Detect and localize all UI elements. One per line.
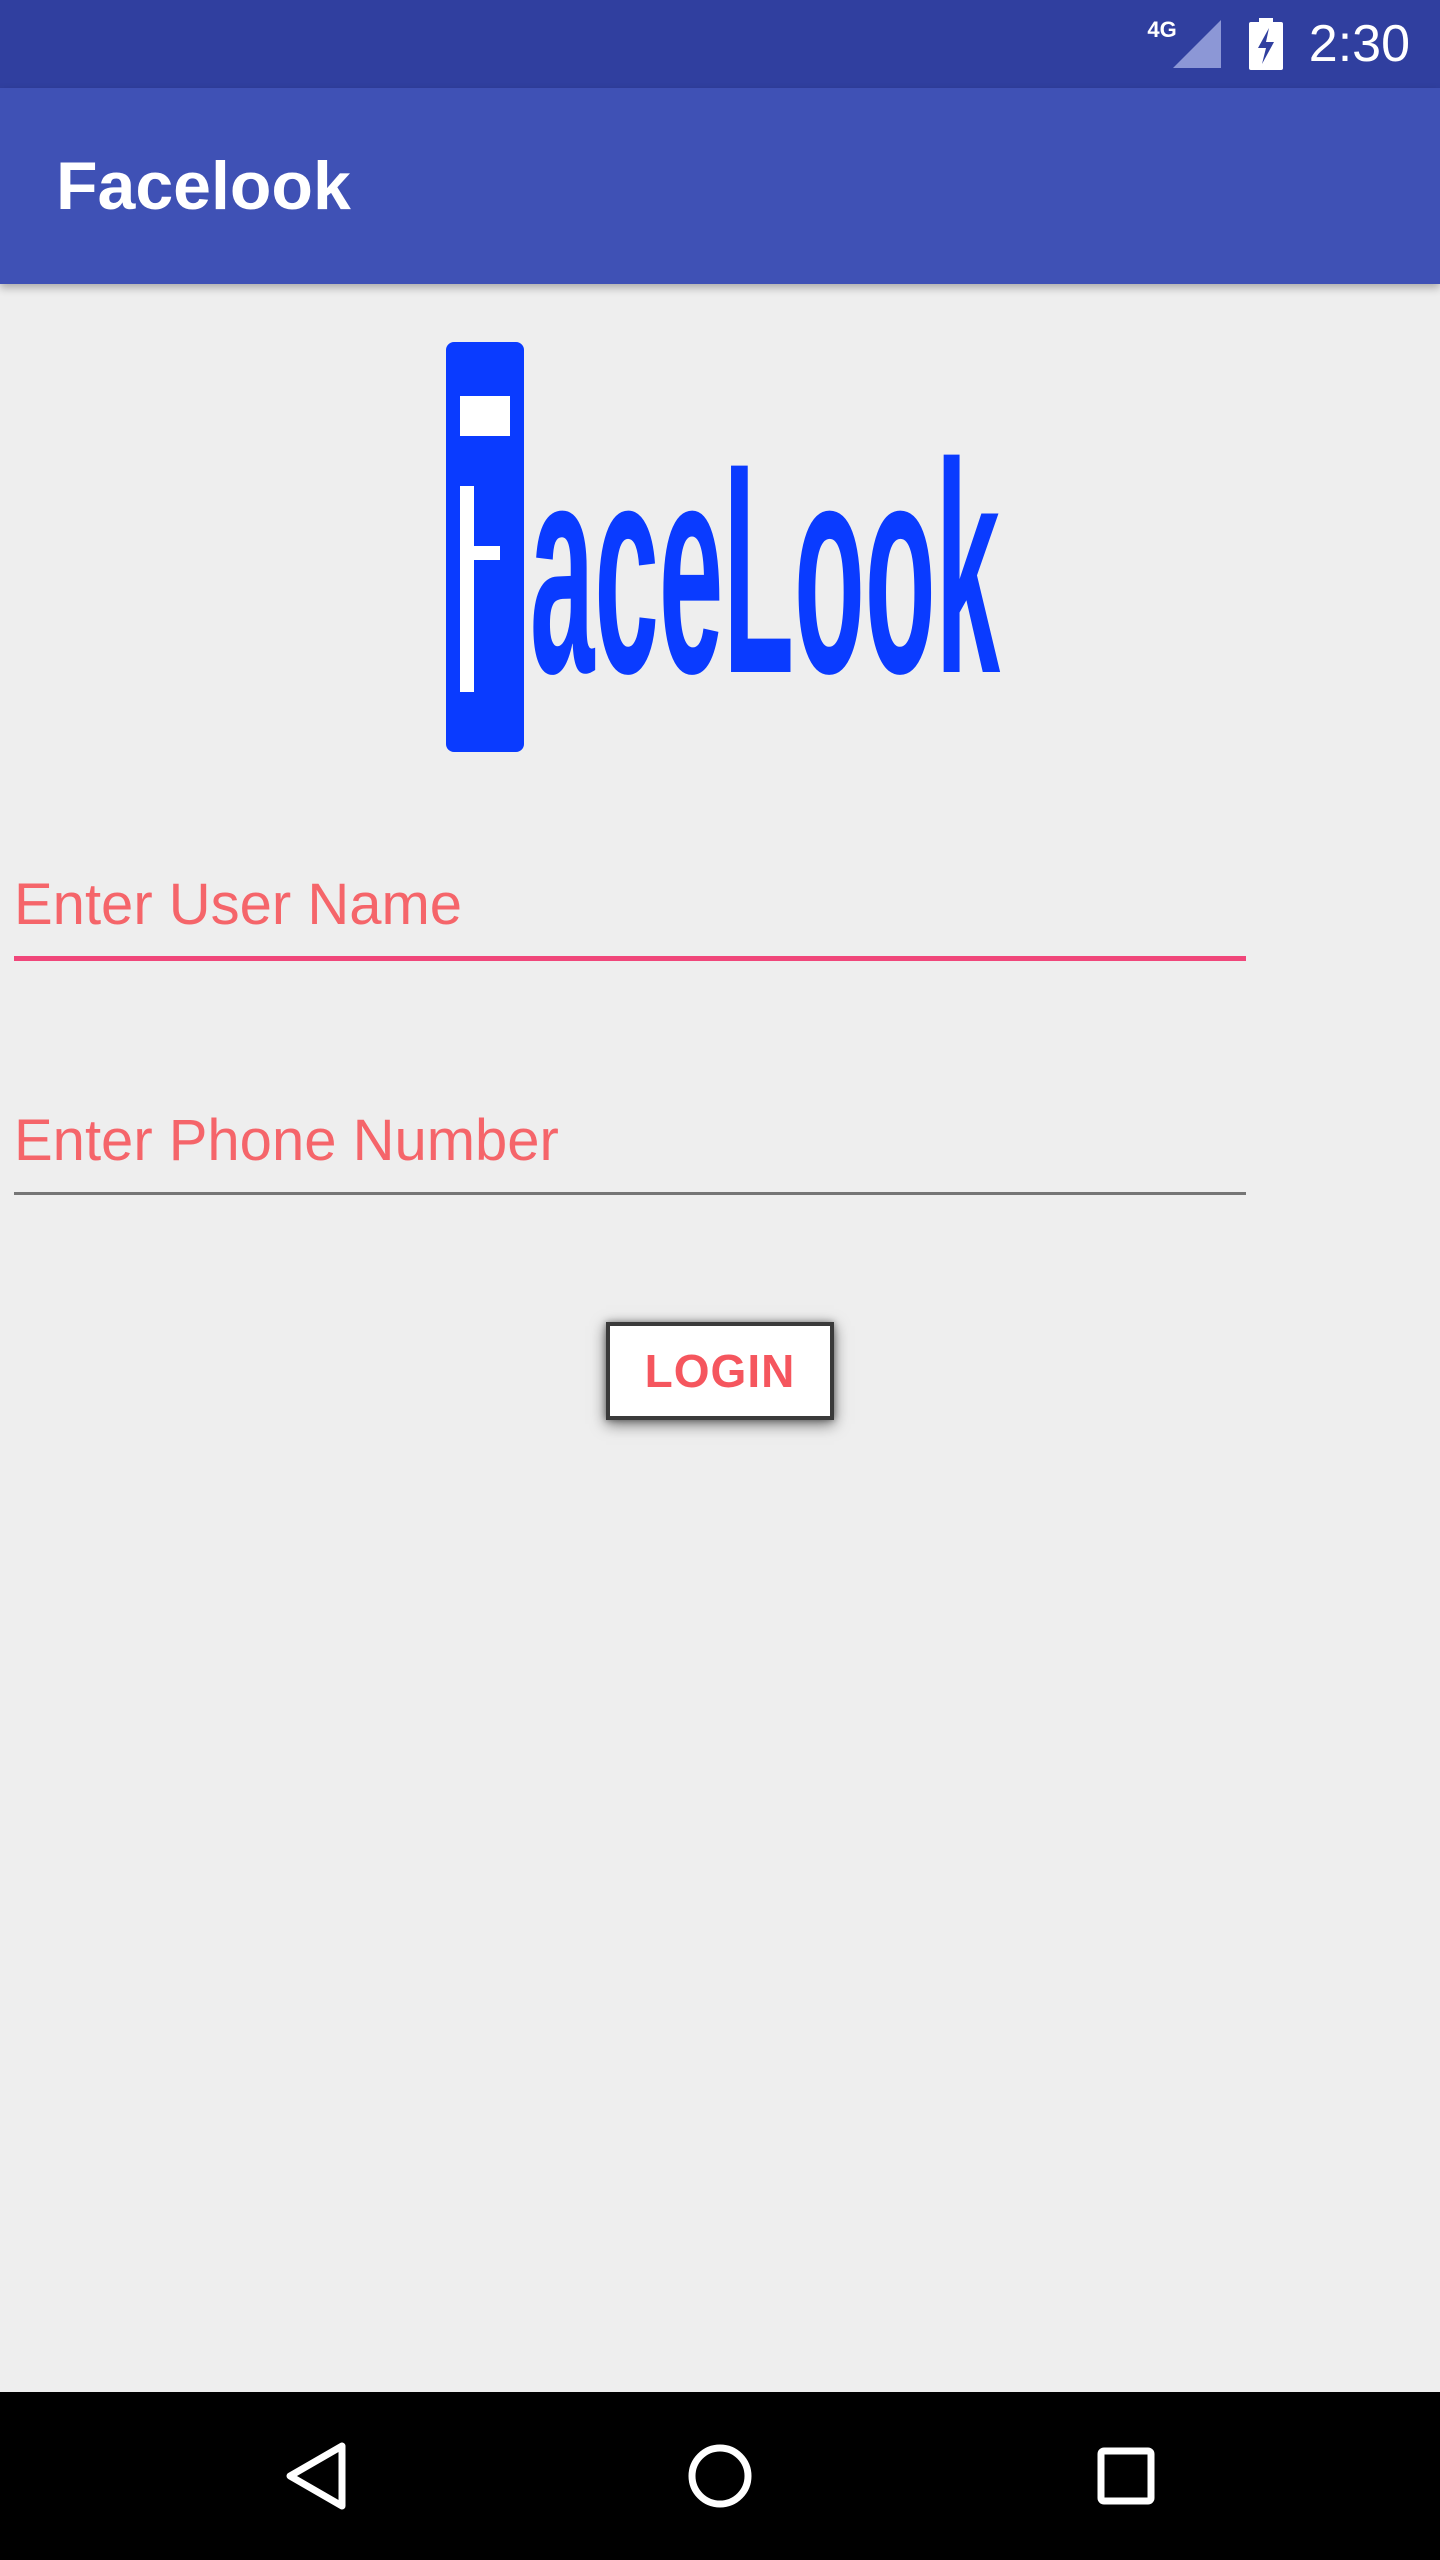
recents-button[interactable] xyxy=(1046,2392,1206,2560)
facelook-logo: aceLook xyxy=(440,336,1010,756)
username-placeholder: Enter User Name xyxy=(14,872,463,937)
back-triangle-icon xyxy=(284,2441,348,2511)
svg-text:aceLook: aceLook xyxy=(530,400,1001,736)
screen: 4G 2:30 Facelook aceLook Enter User Name… xyxy=(0,0,1440,2560)
username-field[interactable]: Enter User Name xyxy=(14,850,1246,961)
app-title: Facelook xyxy=(56,148,351,224)
status-bar: 4G 2:30 xyxy=(0,0,1440,88)
recents-square-icon xyxy=(1096,2446,1156,2506)
status-icons: 4G 2:30 xyxy=(1147,0,1410,88)
battery-charging-icon xyxy=(1248,18,1283,70)
phone-number-field[interactable]: Enter Phone Number xyxy=(14,1092,1246,1195)
home-button[interactable] xyxy=(640,2392,800,2560)
login-button[interactable]: LOGIN xyxy=(606,1322,834,1420)
app-bar: Facelook xyxy=(0,88,1440,284)
clock: 2:30 xyxy=(1308,15,1410,73)
network-type-label: 4G xyxy=(1147,17,1177,42)
phone-placeholder: Enter Phone Number xyxy=(14,1108,559,1173)
navigation-bar xyxy=(0,2392,1440,2560)
cell-signal-icon xyxy=(1171,18,1223,70)
back-button[interactable] xyxy=(236,2392,396,2560)
home-circle-icon xyxy=(687,2443,753,2509)
